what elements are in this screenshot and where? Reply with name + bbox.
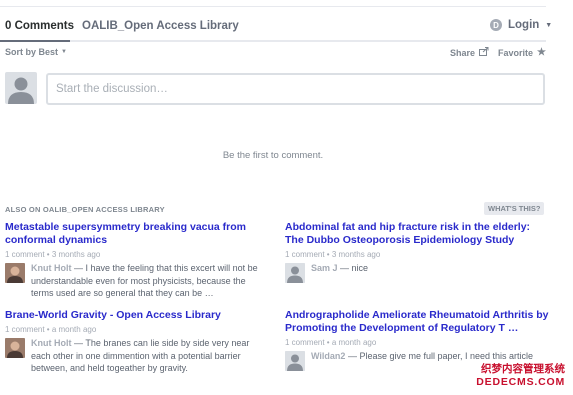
comment-text: — nice [337, 263, 369, 273]
chevron-down-icon: ▼ [545, 21, 553, 29]
share-icon [479, 47, 489, 58]
tab-comments[interactable]: 0 Comments [5, 20, 74, 32]
favorite-button[interactable]: Favorite ★ [498, 47, 546, 58]
recommendation-title[interactable]: Brane-World Gravity - Open Access Librar… [5, 309, 270, 322]
sort-label: Sort by Best [5, 47, 59, 57]
comment-author[interactable]: Sam J [311, 263, 338, 273]
recommendation-meta: 1 comment • a month ago [285, 338, 377, 347]
empty-state-message: Be the first to comment. [222, 150, 324, 161]
recommendation-excerpt: Sam J — nice [311, 262, 550, 275]
recommendation-item: Abdominal fat and hip fracture risk in t… [285, 221, 550, 284]
avatar [5, 72, 37, 104]
recommendation-meta: 1 comment • 3 months ago [5, 250, 101, 259]
comment-author[interactable]: Knut Holt [31, 263, 72, 273]
avatar[interactable] [5, 263, 25, 283]
recommendation-item: Brane-World Gravity - Open Access Librar… [5, 309, 270, 375]
recommendations-header: ALSO ON OALIB_OPEN ACCESS LIBRARY [5, 205, 165, 214]
comment-composer: Start the discussion… [5, 72, 545, 106]
share-button[interactable]: Share [450, 47, 489, 58]
comment-author[interactable]: Knut Holt [31, 338, 72, 348]
sort-dropdown[interactable]: Sort by Best ▼ [5, 47, 67, 57]
recommendation-title[interactable]: Abdominal fat and hip fracture risk in t… [285, 221, 550, 247]
tab-forum[interactable]: OALIB_Open Access Library [82, 20, 239, 32]
favorite-label: Favorite [498, 47, 534, 58]
default-user-icon [8, 77, 34, 104]
login-label: Login [508, 19, 540, 31]
recommendation-excerpt: Knut Holt — The branes can lie side by s… [31, 337, 270, 375]
login-button[interactable]: D Login ▼ [490, 19, 552, 31]
top-divider [0, 6, 546, 7]
recommendation-title[interactable]: Andrographolide Ameliorate Rheumatoid Ar… [285, 309, 550, 335]
comment-input[interactable]: Start the discussion… [46, 73, 545, 105]
recommendation-meta: 1 comment • 3 months ago [285, 250, 381, 259]
whats-this-button[interactable]: WHAT'S THIS? [484, 202, 545, 215]
comment-author[interactable]: Wildan2 [311, 351, 345, 361]
disqus-d-icon: D [490, 19, 502, 31]
share-label: Share [450, 47, 476, 58]
recommendation-item: Metastable supersymmetry breaking vacua … [5, 221, 270, 300]
discussion-toolbar: Sort by Best ▼ Share Favorite ★ [0, 47, 546, 61]
discussion-nav: 0 Comments OALIB_Open Access Library D L… [0, 18, 552, 42]
avatar[interactable] [285, 351, 305, 371]
user-photo-icon [5, 263, 25, 283]
active-tab-indicator [0, 40, 70, 42]
recommendation-excerpt: Knut Holt — I have the feeling that this… [31, 262, 270, 300]
default-user-icon [285, 351, 305, 371]
default-user-icon [285, 263, 305, 283]
user-photo-icon [5, 338, 25, 358]
recommendation-meta: 1 comment • a month ago [5, 325, 97, 334]
watermark-text-en: DEDECMS.COM [476, 376, 565, 388]
chevron-down-icon: ▼ [61, 49, 67, 55]
watermark-text-cn: 织梦内容管理系统 [481, 363, 565, 375]
avatar[interactable] [285, 263, 305, 283]
recommendation-title[interactable]: Metastable supersymmetry breaking vacua … [5, 221, 270, 247]
avatar[interactable] [5, 338, 25, 358]
star-icon: ★ [537, 47, 546, 58]
site-watermark: 织梦内容管理系统 DEDECMS.COM [462, 356, 573, 395]
